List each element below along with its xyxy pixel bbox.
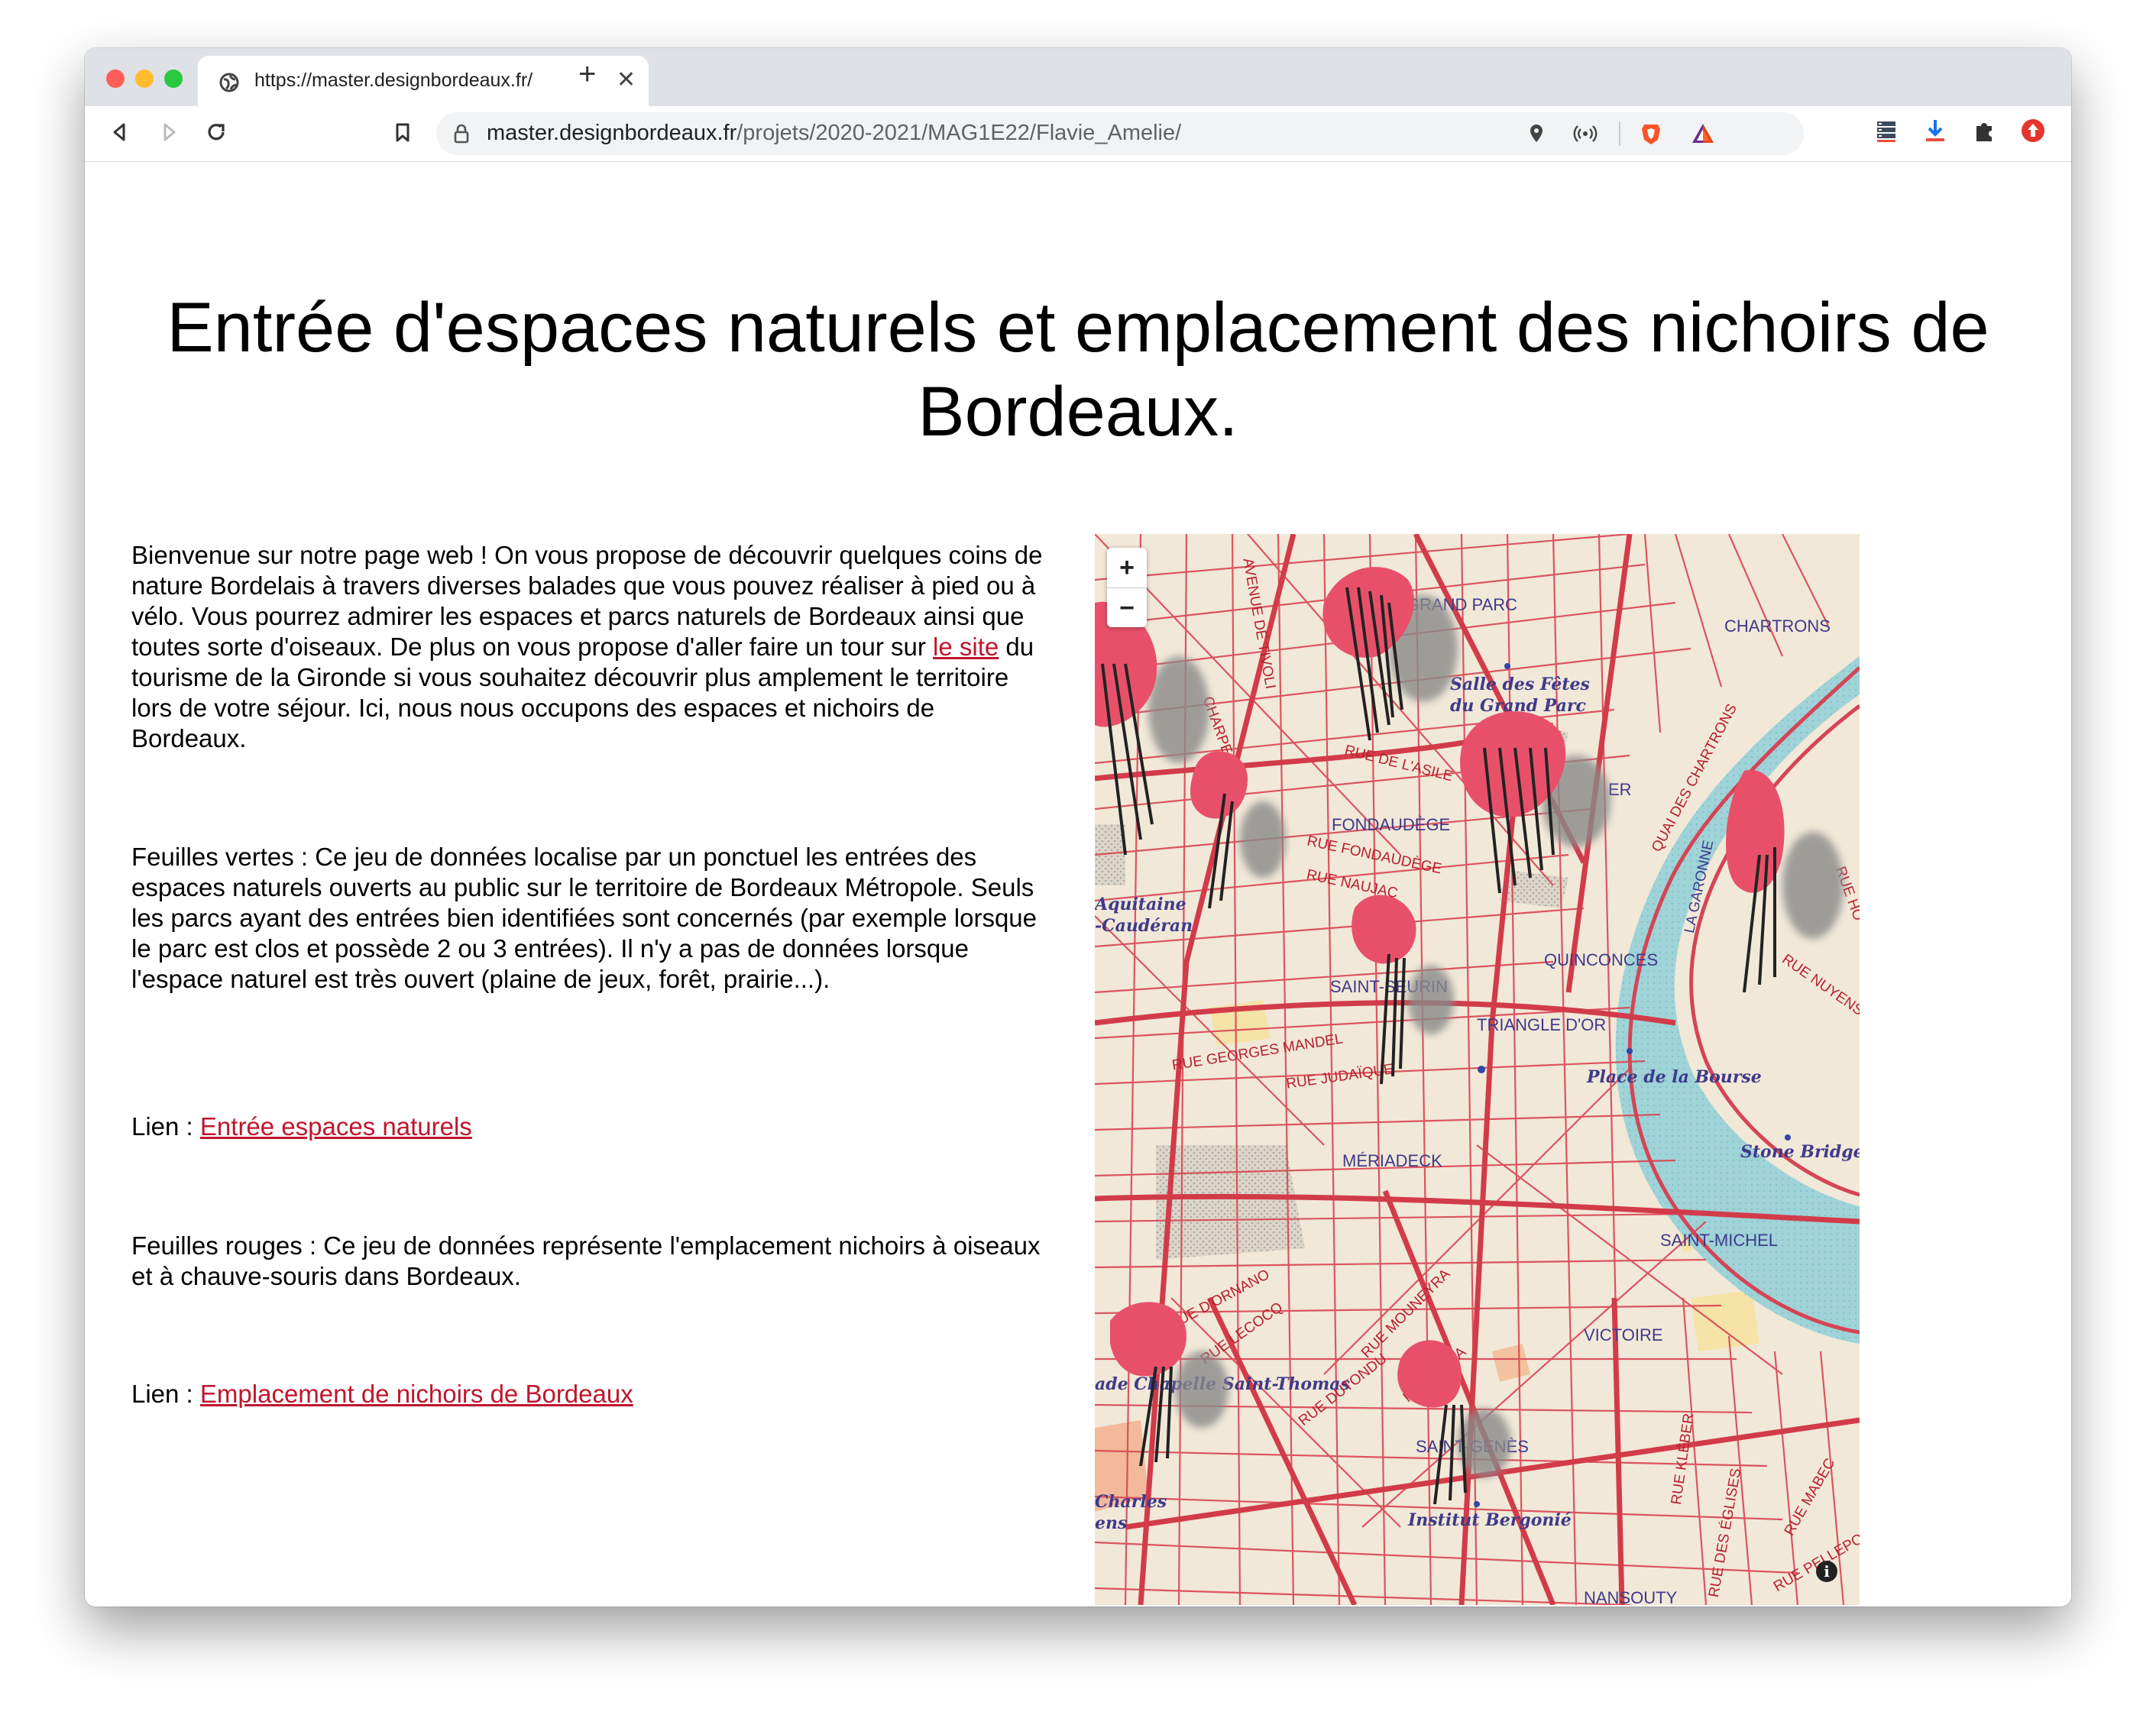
bookmark-icon: [396, 123, 410, 142]
green-leaves-paragraph: Feuilles vertes : Ce jeu de données loca…: [131, 843, 1038, 993]
natural-spaces-link-line: Lien : Entrée espaces naturels: [131, 1112, 1048, 1142]
red-leaf-marker[interactable]: [1186, 740, 1293, 916]
map-label-saint-michel: SAINT-MICHEL: [1660, 1231, 1779, 1250]
map[interactable]: GRAND PARC CHARTRONS Salle des Fêtes du …: [1095, 534, 1860, 1605]
natural-spaces-link[interactable]: Entrée espaces naturels: [200, 1112, 472, 1141]
back-icon: [113, 123, 125, 141]
download-icon[interactable]: [1921, 117, 1949, 144]
brave-rewards-icon[interactable]: [1689, 120, 1717, 147]
reload-icon: [208, 124, 225, 141]
address-bar[interactable]: master.designbordeaux.fr/projets/2020-20…: [436, 112, 1804, 155]
zoom-out-button[interactable]: −: [1107, 588, 1147, 628]
red-leaves-paragraph: Feuilles rouges : Ce jeu de données repr…: [131, 1231, 1041, 1290]
red-leaf-marker[interactable]: [1316, 557, 1477, 756]
map-label-chartrons: CHARTRONS: [1724, 616, 1831, 636]
web-page: Entrée d'espaces naturels et emplacement…: [85, 162, 2071, 1607]
map-label-quinconces: QUINCONCES: [1544, 950, 1659, 969]
new-tab-button[interactable]: +: [578, 59, 596, 89]
url-domain: master.designbordeaux.fr: [487, 121, 737, 145]
location-pin-icon[interactable]: [1523, 120, 1550, 147]
maximize-window-button[interactable]: [164, 70, 183, 88]
zoom-control: + −: [1107, 548, 1147, 627]
nest-boxes-link-line: Lien : Emplacement de nichoirs de Bordea…: [131, 1379, 1048, 1409]
zoom-in-button[interactable]: +: [1107, 548, 1147, 588]
browser-window: https://master.designbordeaux.fr/ ✕ + ma…: [85, 48, 2071, 1607]
red-leaf-marker[interactable]: [1454, 702, 1630, 901]
minimize-window-button[interactable]: [135, 70, 154, 88]
brave-shield-icon[interactable]: [1637, 120, 1665, 147]
map-label-stone-bridge: Stone Bridge: [1740, 1142, 1860, 1162]
globe-icon: [219, 73, 239, 92]
intro-paragraph: Bienvenue sur notre page web ! On vous p…: [131, 540, 1048, 754]
url-text[interactable]: master.designbordeaux.fr/projets/2020-20…: [487, 121, 1181, 146]
map-label-meriadeck: MÉRIADECK: [1342, 1151, 1442, 1170]
close-window-button[interactable]: [106, 70, 125, 88]
red-leaf-marker[interactable]: [1110, 1290, 1240, 1466]
red-leaf-marker[interactable]: [1393, 1328, 1523, 1504]
bookmark-button[interactable]: [387, 117, 418, 147]
link-prefix: Lien :: [131, 1380, 200, 1408]
map-label-triangle-dor: TRIANGLE D'OR: [1477, 1015, 1607, 1034]
omnibox-divider: [1619, 121, 1620, 146]
red-leaf-marker[interactable]: [1347, 885, 1462, 1092]
tab-strip: https://master.designbordeaux.fr/ ✕ +: [85, 48, 2071, 106]
server-extension-icon[interactable]: [1873, 117, 1900, 144]
tab-title: https://master.designbordeaux.fr/: [254, 70, 533, 91]
broadcast-icon[interactable]: [1572, 120, 1599, 147]
lock-icon: [454, 124, 469, 144]
map-label-cauderan: -Caudéran: [1095, 916, 1193, 936]
extensions-puzzle-icon[interactable]: [1970, 117, 1998, 144]
forward-icon: [163, 123, 176, 141]
map-label-institut-bergonie: Institut Bergonié: [1408, 1510, 1572, 1530]
reload-button[interactable]: [201, 117, 231, 147]
link-prefix: Lien :: [131, 1112, 200, 1141]
map-label-nansouty: NANSOUTY: [1584, 1588, 1678, 1605]
map-label-place-bourse: Place de la Bourse: [1587, 1067, 1762, 1087]
map-label-charles: Charles: [1095, 1492, 1167, 1512]
nest-boxes-link[interactable]: Emplacement de nichoirs de Bordeaux: [200, 1380, 633, 1408]
map-label-aquitaine: Aquitaine: [1095, 895, 1186, 914]
tourism-site-link[interactable]: le site: [933, 633, 999, 661]
map-label-fondaudege: FONDAUDÈGE: [1332, 815, 1451, 834]
map-label-victoire: VICTOIRE: [1584, 1325, 1663, 1345]
browser-toolbar: master.designbordeaux.fr/projets/2020-20…: [85, 106, 2071, 162]
update-icon[interactable]: [2019, 117, 2047, 144]
forward-button[interactable]: [154, 117, 184, 147]
attribution-info-icon[interactable]: i: [1816, 1561, 1837, 1582]
back-button[interactable]: [105, 117, 135, 147]
red-leaf-marker[interactable]: [1706, 763, 1859, 992]
tab-close-icon[interactable]: ✕: [617, 66, 636, 93]
map-label-charles-2: ens: [1095, 1513, 1128, 1533]
page-title: Entrée d'espaces naturels et emplacement…: [167, 288, 1989, 451]
intro-text: Bienvenue sur notre page web ! On vous p…: [131, 541, 1043, 661]
url-path: /projets/2020-2021/MAG1E22/Flavie_Amelie…: [736, 121, 1182, 145]
